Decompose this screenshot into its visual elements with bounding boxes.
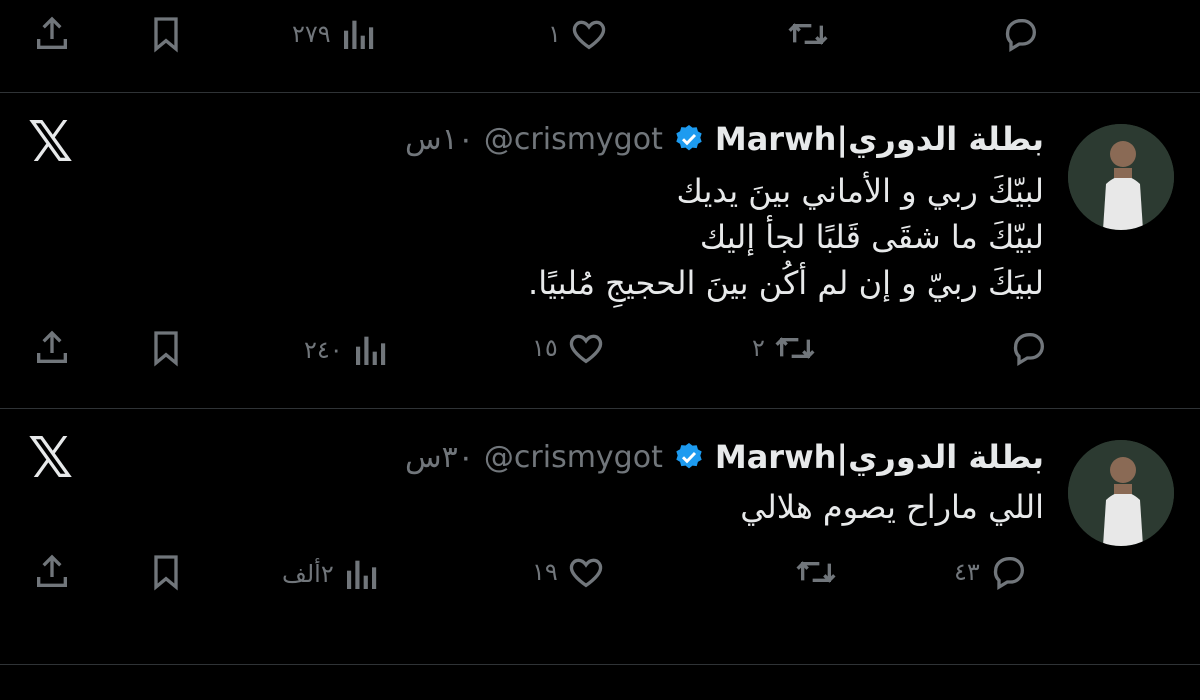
like-count: ١ [548, 20, 561, 48]
avatar[interactable] [1068, 440, 1174, 546]
tweet-line: اللي ماراح يصوم هلالي [740, 488, 1044, 526]
bookmark-button[interactable] [146, 328, 186, 368]
divider [0, 664, 1200, 665]
tweet-line: لبيّكَ ربي و الأماني بينَ يديك [676, 172, 1044, 210]
share-button[interactable] [32, 328, 72, 368]
x-logo-icon: 𝕏 [28, 426, 74, 491]
share-icon [32, 552, 72, 592]
heart-icon [566, 328, 606, 368]
verified-badge-icon [673, 441, 705, 473]
display-name[interactable]: بطلة الدوري|Marwh [715, 120, 1044, 158]
views-button[interactable]: ٢٤٠ [304, 330, 391, 370]
reply-button[interactable]: ٤٣ [954, 552, 1030, 592]
tweet-text: اللي ماراح يصوم هلالي [740, 484, 1044, 530]
bookmark-button[interactable] [146, 14, 186, 54]
x-logo-icon: 𝕏 [28, 110, 74, 175]
avatar[interactable] [1068, 124, 1174, 230]
like-count: ١٩ [532, 558, 558, 586]
share-icon [32, 14, 72, 54]
tweet-line: لبيَكَ ربيّ و إن لم أكُن بينَ الحجيجِ مُ… [528, 264, 1044, 302]
like-button[interactable]: ١ [548, 14, 609, 54]
views-count: ٢٤٠ [304, 336, 343, 364]
divider [0, 408, 1200, 409]
tweet-header: ١٠س @crismygot بطلة الدوري|Marwh [405, 120, 1044, 158]
like-button[interactable]: ١٩ [532, 552, 606, 592]
share-button[interactable] [32, 14, 72, 54]
bookmark-icon [146, 552, 186, 592]
tweet-time[interactable]: ٣٠س [405, 440, 474, 475]
views-icon [351, 330, 391, 370]
heart-icon [569, 14, 609, 54]
reply-icon [988, 552, 1030, 592]
tweet-line: لبيّكَ ما شقَى قَلبًا لجأ إليك [699, 218, 1044, 256]
divider [0, 92, 1200, 93]
like-button[interactable]: ١٥ [532, 328, 606, 368]
verified-badge-icon [673, 123, 705, 155]
reply-icon [1008, 328, 1050, 368]
retweet-icon [773, 328, 817, 368]
retweet-icon [794, 552, 838, 592]
reply-icon [1000, 14, 1042, 54]
retweet-button[interactable]: ٢ [752, 328, 817, 368]
reply-button[interactable] [1000, 328, 1050, 368]
retweet-count: ٢ [752, 334, 765, 362]
retweet-button[interactable] [786, 552, 838, 592]
reply-count: ٤٣ [954, 558, 980, 586]
bookmark-icon [146, 328, 186, 368]
retweet-icon [786, 14, 830, 54]
share-icon [32, 328, 72, 368]
views-button[interactable]: ٢٧٩ [292, 14, 379, 54]
user-handle[interactable]: @crismygot [484, 440, 663, 475]
share-button[interactable] [32, 552, 72, 592]
retweet-button[interactable] [786, 14, 830, 54]
bookmark-button[interactable] [146, 552, 186, 592]
views-button[interactable]: ٢ألف [282, 554, 382, 594]
tweet-time[interactable]: ١٠س [405, 122, 474, 157]
views-count: ٢٧٩ [292, 20, 331, 48]
views-icon [342, 554, 382, 594]
like-count: ١٥ [532, 334, 558, 362]
views-count: ٢ألف [282, 560, 334, 588]
reply-button[interactable] [1000, 14, 1042, 54]
bookmark-icon [146, 14, 186, 54]
tweet-text: لبيّكَ ربي و الأماني بينَ يديك لبيّكَ ما… [528, 168, 1044, 306]
user-handle[interactable]: @crismygot [484, 122, 663, 157]
views-icon [339, 14, 379, 54]
tweet-header: ٣٠س @crismygot بطلة الدوري|Marwh [405, 438, 1044, 476]
display-name[interactable]: بطلة الدوري|Marwh [715, 438, 1044, 476]
heart-icon [566, 552, 606, 592]
